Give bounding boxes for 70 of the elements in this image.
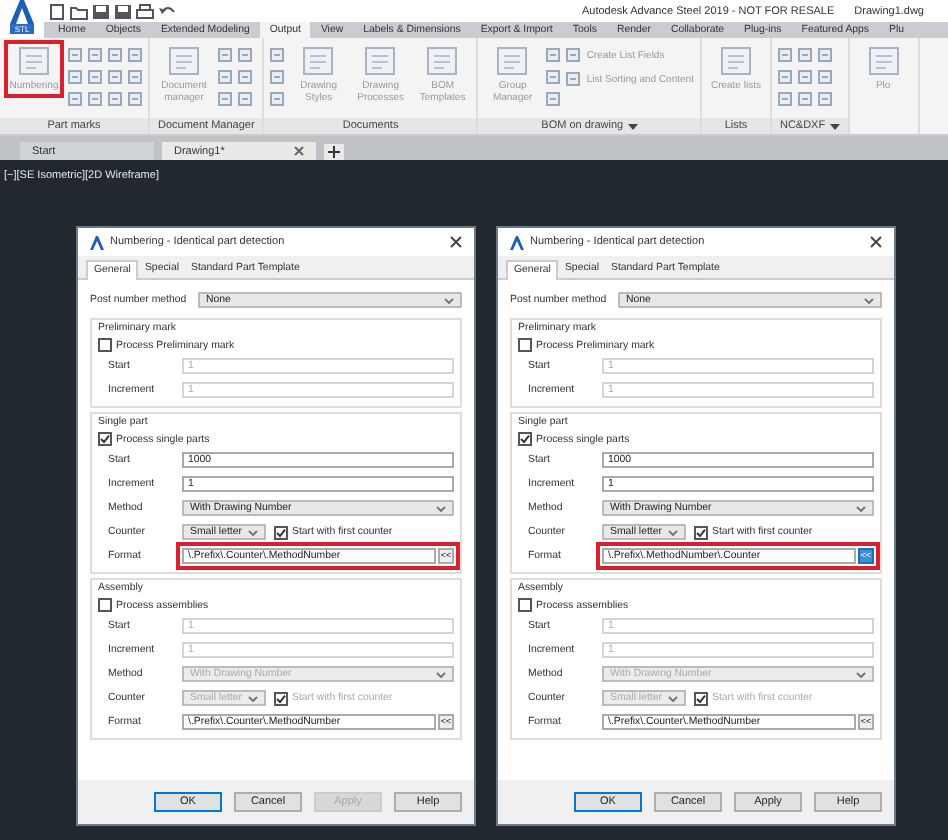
tool-icon <box>797 48 812 62</box>
close-icon <box>294 146 304 156</box>
chevron-icon <box>436 671 446 677</box>
tool-icon <box>817 70 832 84</box>
tool-icon <box>108 70 122 84</box>
tool-icon <box>128 70 142 84</box>
tool-icon <box>817 92 832 106</box>
tool-icon <box>546 92 561 106</box>
tool-icon <box>108 92 122 106</box>
tool-icon <box>797 92 812 106</box>
tool-icon <box>238 70 252 84</box>
tool-icon <box>68 48 82 62</box>
chevron-icon <box>864 297 874 303</box>
chevron-icon <box>668 529 678 535</box>
tool-icon <box>777 92 792 106</box>
tool-icon <box>168 46 200 76</box>
checkmark-icon <box>696 527 706 537</box>
tool-icon <box>18 46 50 76</box>
plus-icon <box>328 146 340 158</box>
tool-icon <box>128 48 142 62</box>
tool-icon <box>867 46 900 76</box>
checkmark-icon <box>520 434 530 444</box>
tool-icon <box>364 46 397 76</box>
tool-icon <box>270 92 285 106</box>
tool-icon <box>777 48 792 62</box>
tool-icon <box>777 70 792 84</box>
tool-icon <box>817 48 832 62</box>
chevron-icon <box>248 529 258 535</box>
tool-icon <box>797 70 812 84</box>
tool-icon <box>218 70 232 84</box>
chevron-icon <box>444 297 454 303</box>
undo-icon <box>158 3 176 19</box>
tool-icon <box>270 70 285 84</box>
tool-icon <box>719 46 752 76</box>
tool-icon <box>496 46 529 76</box>
tool-icon <box>546 70 561 84</box>
tool-icon <box>88 48 102 62</box>
checkmark-icon <box>100 434 110 444</box>
caret-icon <box>627 123 638 129</box>
tool-icon <box>302 46 335 76</box>
tool-icon <box>68 70 82 84</box>
chevron-icon <box>856 671 866 677</box>
tool-icon <box>566 48 581 62</box>
tool-icon <box>88 92 102 106</box>
tool-icon <box>238 92 252 106</box>
checkmark-icon <box>276 693 286 703</box>
tool-icon <box>270 48 285 62</box>
new-tab-button[interactable] <box>324 144 344 160</box>
close-icon <box>450 236 462 248</box>
checkmark-icon <box>696 693 706 703</box>
chevron-icon <box>248 695 258 701</box>
tool-icon <box>68 92 82 106</box>
caret-icon <box>829 123 840 129</box>
tool-icon <box>88 70 102 84</box>
tool-icon <box>566 72 581 86</box>
app-icon <box>510 235 524 249</box>
chevron-icon <box>668 695 678 701</box>
close-icon <box>870 236 882 248</box>
chevron-icon <box>856 505 866 511</box>
chevron-icon <box>436 505 446 511</box>
tool-icon <box>218 92 232 106</box>
checkmark-icon <box>276 527 286 537</box>
tool-icon <box>546 48 561 62</box>
tool-icon <box>426 46 459 76</box>
logo-icon <box>8 0 36 24</box>
tool-icon <box>108 48 122 62</box>
tool-icon <box>128 92 142 106</box>
tool-icon <box>238 48 252 62</box>
tool-icon <box>218 48 232 62</box>
app-icon <box>90 235 104 249</box>
